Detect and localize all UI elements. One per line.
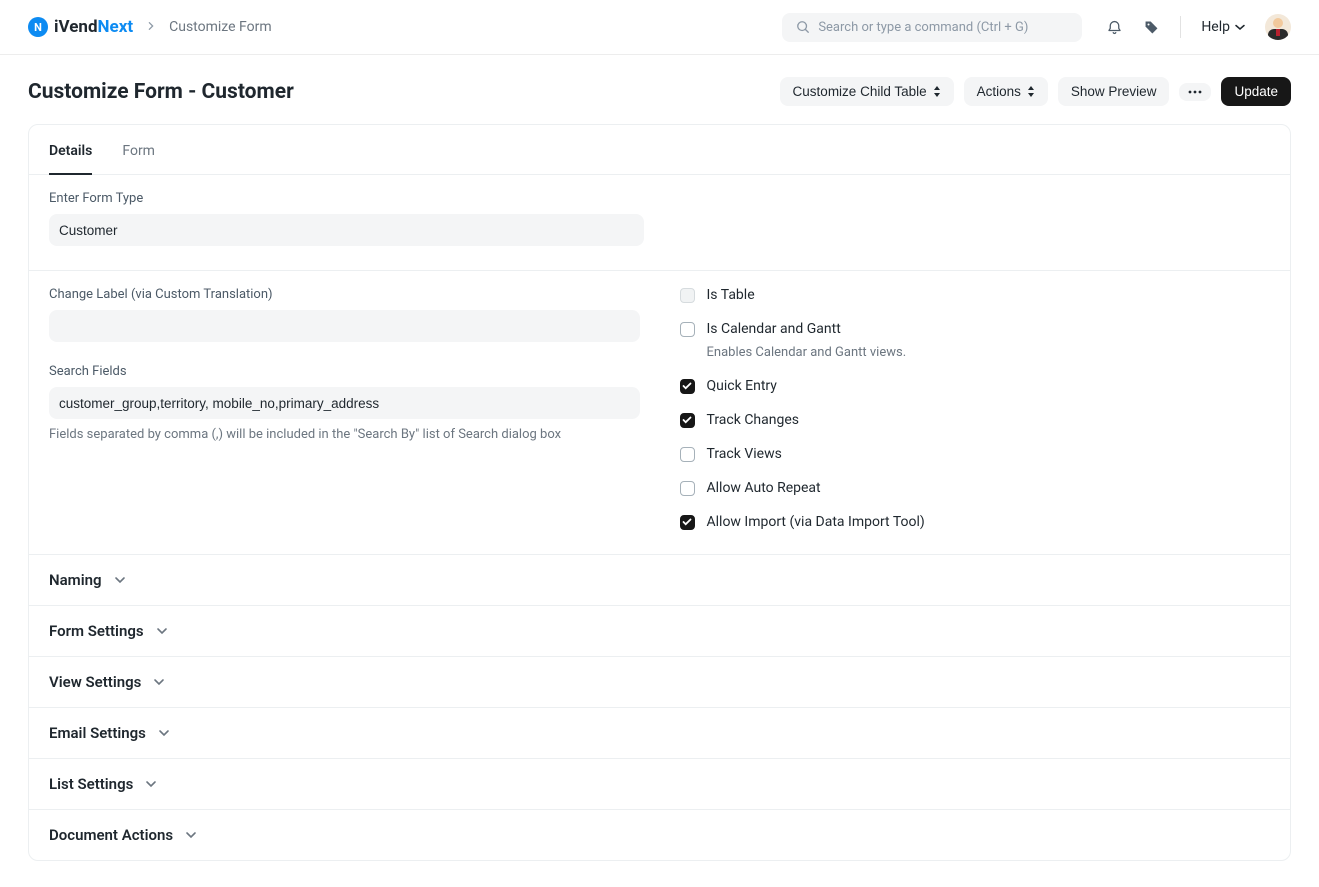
more-button[interactable]: [1179, 83, 1211, 101]
search-placeholder: Search or type a command (Ctrl + G): [818, 20, 1028, 35]
chevron-down-icon: [156, 627, 168, 635]
chevron-down-icon: [145, 780, 157, 788]
chevron-down-icon: [153, 678, 165, 686]
search-fields-help: Fields separated by comma (,) will be in…: [49, 427, 640, 442]
brand-part2: Next: [98, 17, 134, 37]
update-button[interactable]: Update: [1221, 77, 1291, 106]
track-changes-label: Track Changes: [707, 412, 800, 428]
user-avatar[interactable]: [1265, 14, 1291, 40]
chevron-down-icon: [114, 576, 126, 584]
change-label-label: Change Label (via Custom Translation): [49, 287, 640, 302]
accordion-email-settings[interactable]: Email Settings: [29, 707, 1290, 758]
page-title: Customize Form - Customer: [28, 80, 294, 104]
breadcrumb[interactable]: Customize Form: [169, 19, 272, 35]
track-changes-checkbox[interactable]: [680, 413, 695, 428]
chevron-down-icon: [185, 831, 197, 839]
sort-icon: [933, 86, 941, 97]
global-search-input[interactable]: Search or type a command (Ctrl + G): [782, 13, 1082, 42]
divider: [1180, 16, 1181, 38]
tag-icon[interactable]: [1143, 19, 1160, 36]
search-fields-input[interactable]: [49, 387, 640, 419]
show-preview-button[interactable]: Show Preview: [1058, 77, 1170, 106]
is-table-label: Is Table: [707, 287, 755, 303]
help-label: Help: [1201, 19, 1230, 35]
brand-part1: iVend: [54, 17, 98, 37]
tab-form[interactable]: Form: [122, 143, 155, 175]
tab-details[interactable]: Details: [49, 143, 92, 175]
accordion-naming[interactable]: Naming: [29, 554, 1290, 605]
actions-button[interactable]: Actions: [964, 77, 1048, 106]
chevron-down-icon: [1235, 24, 1245, 31]
track-views-label: Track Views: [707, 446, 782, 462]
is-calendar-gantt-help: Enables Calendar and Gantt views.: [707, 345, 1271, 360]
brand-logo-icon: N: [28, 17, 48, 37]
allow-import-checkbox[interactable]: [680, 515, 695, 530]
search-icon: [796, 20, 810, 34]
is-calendar-gantt-label: Is Calendar and Gantt: [707, 321, 841, 337]
enter-form-type-input[interactable]: [49, 214, 644, 246]
quick-entry-label: Quick Entry: [707, 378, 777, 394]
accordion-form-settings[interactable]: Form Settings: [29, 605, 1290, 656]
sort-icon: [1027, 86, 1035, 97]
customize-child-table-button[interactable]: Customize Child Table: [780, 77, 954, 106]
allow-import-label: Allow Import (via Data Import Tool): [707, 514, 925, 530]
brand-logo[interactable]: N iVendNext: [28, 17, 133, 37]
change-label-input[interactable]: [49, 310, 640, 342]
enter-form-type-label: Enter Form Type: [49, 191, 1270, 206]
search-fields-label: Search Fields: [49, 364, 640, 379]
is-table-checkbox: [680, 288, 695, 303]
notifications-icon[interactable]: [1106, 19, 1123, 36]
accordion-document-actions[interactable]: Document Actions: [29, 809, 1290, 860]
quick-entry-checkbox[interactable]: [680, 379, 695, 394]
allow-auto-repeat-label: Allow Auto Repeat: [707, 480, 821, 496]
chevron-down-icon: [158, 729, 170, 737]
ellipsis-icon: [1188, 90, 1202, 94]
accordion-view-settings[interactable]: View Settings: [29, 656, 1290, 707]
allow-auto-repeat-checkbox[interactable]: [680, 481, 695, 496]
is-calendar-gantt-checkbox[interactable]: [680, 322, 695, 337]
help-dropdown[interactable]: Help: [1201, 19, 1245, 35]
track-views-checkbox[interactable]: [680, 447, 695, 462]
chevron-right-icon: [147, 19, 155, 35]
accordion-list-settings[interactable]: List Settings: [29, 758, 1290, 809]
